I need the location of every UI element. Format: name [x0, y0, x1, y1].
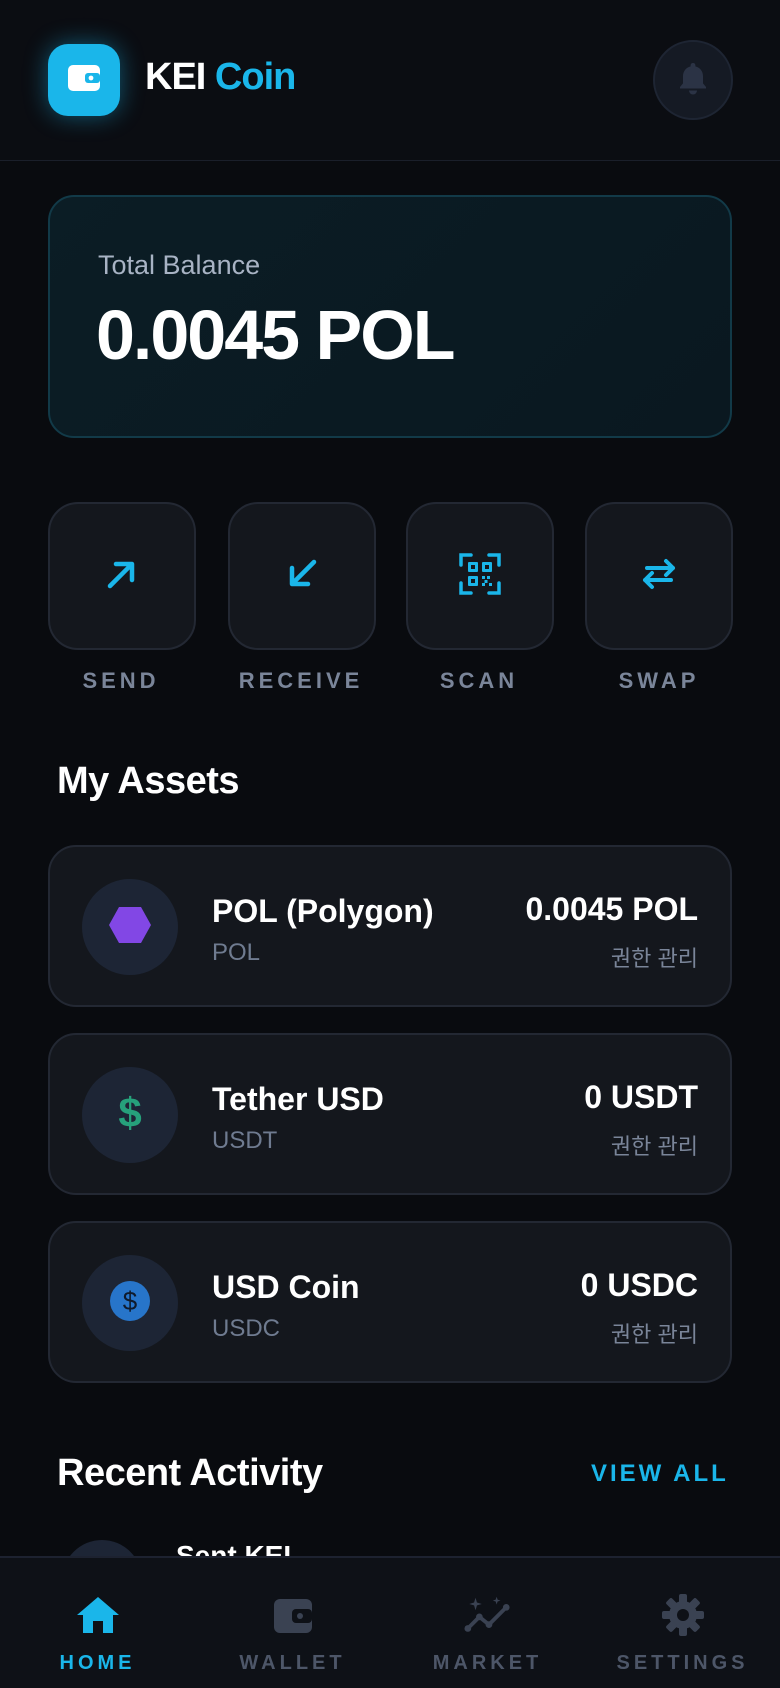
send-label: SEND: [82, 668, 160, 693]
balance-label: Total Balance: [98, 250, 261, 280]
asset-symbol: USDT: [212, 1127, 278, 1154]
polygon-hexagon-icon: [108, 905, 152, 950]
scan-button[interactable]: [406, 502, 554, 650]
nav-home[interactable]: HOME: [0, 1558, 195, 1688]
asset-amount: 0 USDC: [580, 1267, 698, 1303]
qr-scan-icon: [459, 552, 501, 600]
brand-primary: KEI: [145, 56, 206, 98]
asset-card-usdc[interactable]: $ USD Coin USDC 0 USDC 권한 관리: [48, 1221, 732, 1383]
nav-wallet[interactable]: WALLET: [195, 1558, 390, 1688]
swap-button[interactable]: [585, 502, 733, 650]
app-logo: [48, 44, 120, 116]
wallet-icon: [269, 1591, 317, 1639]
asset-name: Tether USD: [212, 1081, 384, 1117]
gear-icon: [659, 1591, 707, 1639]
wallet-icon: [66, 63, 102, 98]
nav-market-label: MARKET: [432, 1652, 543, 1674]
dollar-circle-icon: $: [109, 1280, 151, 1327]
scan-label: SCAN: [439, 668, 519, 693]
asset-permission-link[interactable]: 권한 관리: [611, 1129, 698, 1161]
nav-wallet-label: WALLET: [239, 1652, 346, 1674]
view-all-link[interactable]: VIEW ALL: [591, 1460, 729, 1488]
receive-label: RECEIVE: [238, 668, 364, 693]
asset-permission-link[interactable]: 권한 관리: [611, 941, 698, 973]
send-button[interactable]: [48, 502, 196, 650]
activity-list: Sent KEI: [0, 1530, 780, 1556]
nav-home-label: HOME: [59, 1652, 136, 1674]
brand-accent: Coin: [214, 56, 296, 98]
asset-amount: 0 USDT: [584, 1079, 698, 1115]
balance-card: Total Balance 0.0045 POL: [48, 195, 732, 438]
asset-icon-container: $: [82, 1255, 178, 1351]
app-header: KEI Coin: [0, 0, 780, 161]
bottom-navigation: HOME WALLET MARKET SETTINGS: [0, 1556, 780, 1688]
activity-item-title: Sent KEI: [176, 1540, 292, 1556]
nav-market[interactable]: MARKET: [390, 1558, 585, 1688]
nav-settings[interactable]: SETTINGS: [585, 1558, 780, 1688]
swap-label: SWAP: [618, 668, 700, 693]
assets-title: My Assets: [57, 760, 240, 802]
bell-icon: [677, 61, 709, 100]
asset-card-usdt[interactable]: $ Tether USD USDT 0 USDT 권한 관리: [48, 1033, 732, 1195]
asset-name: USD Coin: [212, 1269, 360, 1305]
activity-title: Recent Activity: [57, 1452, 323, 1494]
asset-icon-container: $: [82, 1067, 178, 1163]
market-trend-icon: [463, 1591, 512, 1639]
app-title: KEI Coin: [145, 56, 296, 99]
svg-text:$: $: [118, 1091, 141, 1135]
asset-amount: 0.0045 POL: [525, 891, 698, 927]
asset-symbol: USDC: [212, 1315, 281, 1342]
asset-icon-container: [82, 879, 178, 975]
balance-value: 0.0045 POL: [96, 296, 455, 374]
asset-permission-link[interactable]: 권한 관리: [611, 1317, 698, 1349]
nav-settings-label: SETTINGS: [616, 1652, 749, 1674]
home-icon: [74, 1591, 122, 1639]
activity-avatar: [62, 1540, 142, 1556]
swap-arrows-icon: [639, 558, 679, 595]
svg-text:$: $: [123, 1286, 138, 1316]
asset-symbol: POL: [212, 939, 261, 966]
arrow-down-left-icon: [282, 554, 322, 599]
receive-button[interactable]: [228, 502, 376, 650]
dollar-sign-icon: $: [115, 1089, 145, 1140]
asset-name: POL (Polygon): [212, 893, 434, 929]
arrow-up-right-icon: [102, 554, 142, 599]
notifications-button[interactable]: [653, 40, 733, 120]
asset-card-pol[interactable]: POL (Polygon) POL 0.0045 POL 권한 관리: [48, 845, 732, 1007]
